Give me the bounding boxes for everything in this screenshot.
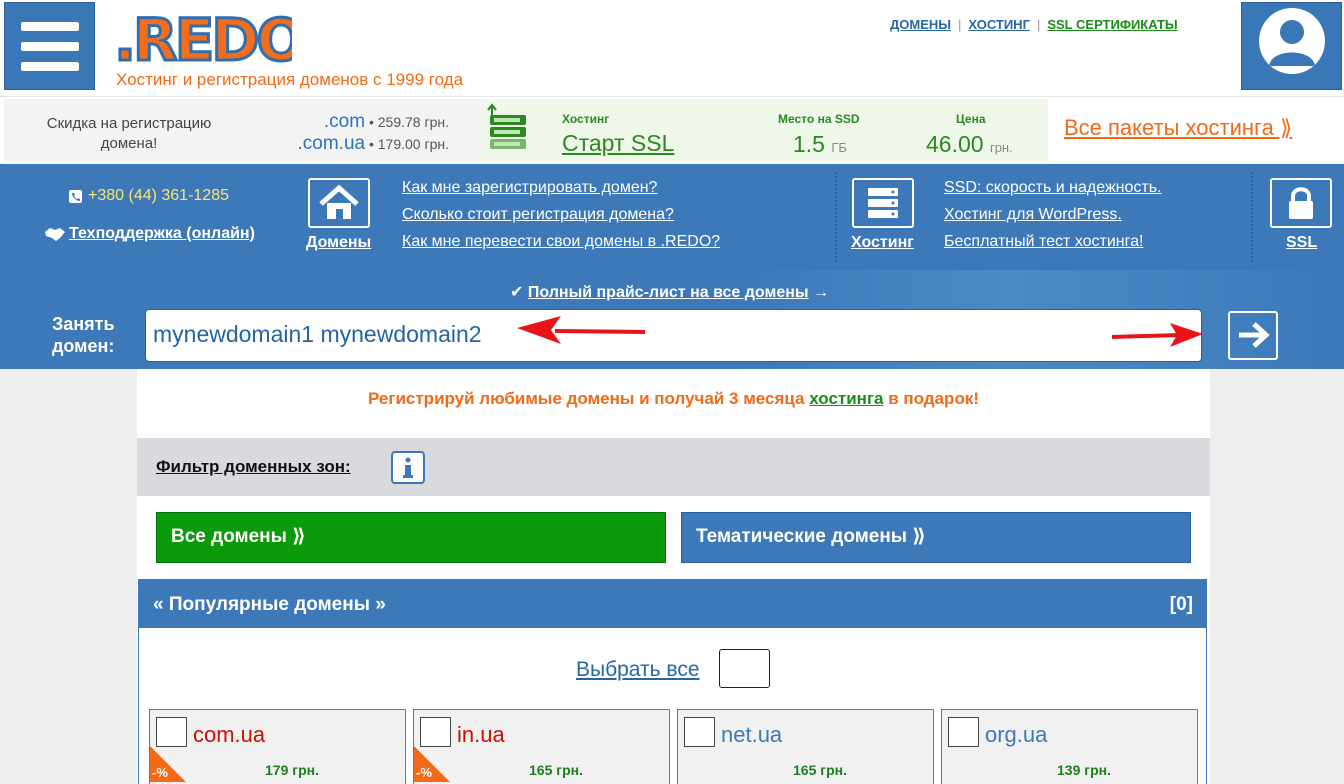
hosting-links: SSD: скорость и надежность. Хостинг для … [944, 174, 1162, 255]
domain-checkbox[interactable] [420, 717, 451, 747]
domain-discount-panel[interactable]: Скидка на регистрацию домена! .com • 259… [4, 99, 480, 161]
filter-bar: Фильтр доменных зон: [137, 438, 1210, 496]
ssd-value: 1.5 ГБ [793, 131, 847, 157]
hosting-faq-link-2[interactable]: Хостинг для WordPress. [944, 201, 1162, 228]
domain-faq-link-1[interactable]: Как мне зарегистрировать домен? [402, 174, 720, 201]
discount-badge-text: -% [152, 765, 168, 780]
domain-checkbox[interactable] [156, 717, 187, 747]
domain-faq-link-3[interactable]: Как мне перевести свои домены в .REDO? [402, 228, 720, 255]
nav-domains[interactable]: ДОМЕНЫ [890, 17, 951, 32]
handshake-icon [45, 228, 65, 241]
domain-faq-link-2[interactable]: Сколько стоит регистрация домена? [402, 201, 720, 228]
domain-zone: net.ua [721, 722, 783, 747]
promo-strip: Скидка на регистрацию домена! .com • 259… [0, 96, 1344, 164]
hosting-plan-link[interactable]: Старт SSL [562, 130, 674, 157]
domain-zone: org.ua [985, 722, 1048, 747]
select-all-link[interactable]: Выбрать все [576, 658, 700, 682]
hosting-label: Хостинг [562, 112, 610, 126]
discount-text: Скидка на регистрацию домена! [46, 115, 212, 152]
hosting-faq-link-1[interactable]: SSD: скорость и надежность. [944, 174, 1162, 201]
user-icon [1259, 8, 1325, 74]
promo-prices: .com • 259.78 грн. .com.ua • 179.00 грн. [297, 111, 450, 154]
pricelist-link[interactable]: ✔ Полный прайс-лист на все домены → [510, 282, 829, 302]
gift-banner: Регистрируй любимые домены и получай 3 м… [368, 389, 979, 408]
ssd-label: Место на SSD [778, 112, 860, 126]
discount-badge-text: -% [416, 765, 432, 780]
all-hosting-packages-link[interactable]: Все пакеты хостинга ⟫ [1064, 115, 1292, 141]
ssl-link[interactable]: SSL [1286, 234, 1317, 252]
domains-link[interactable]: Домены [306, 234, 371, 252]
double-check-icon: ✔ [510, 284, 524, 301]
ssl-lock-icon[interactable] [1270, 178, 1332, 228]
arrow-right-icon: → [813, 284, 830, 301]
tagline: Хостинг и регистрация доменов с 1999 год… [116, 70, 464, 89]
domains-home-icon[interactable] [308, 178, 370, 228]
search-band: ✔ Полный прайс-лист на все домены → Заня… [0, 270, 1344, 369]
hosting-faq-link-3[interactable]: Бесплатный тест хостинга! [944, 228, 1162, 255]
info-icon[interactable] [391, 451, 425, 484]
domain-cell-in-ua[interactable]: in.ua -% 165 грн. [413, 709, 670, 784]
domain-checkbox[interactable] [684, 717, 715, 747]
domain-price: 165 грн. [529, 762, 583, 778]
logo-text: .REDO [114, 6, 292, 72]
popular-count: [0] [1169, 594, 1193, 615]
filter-label[interactable]: Фильтр доменных зон: [156, 457, 351, 477]
select-all-checkbox[interactable] [719, 649, 770, 688]
user-account-button[interactable] [1241, 2, 1342, 90]
phone-icon [69, 190, 82, 203]
domain-cell-net-ua[interactable]: net.ua 165 грн. [677, 709, 934, 784]
domain-zone: in.ua [457, 722, 505, 747]
nav-ssl[interactable]: SSL СЕРТИФИКАТЫ [1047, 17, 1177, 32]
blue-nav: +380 (44) 361-1285 Техподдержка (онлайн)… [0, 164, 1344, 270]
hosting-offer-panel[interactable]: Хостинг Старт SSL Место на SSD 1.5 ГБ Це… [480, 99, 1048, 161]
arrow-right-icon [1239, 322, 1270, 348]
top-header: .REDO Хостинг и регистрация доменов с 19… [0, 0, 1344, 96]
redo-logo[interactable]: .REDO [112, 2, 293, 73]
main-panel: Регистрируй любимые домены и получай 3 м… [137, 369, 1210, 784]
price-label: Цена [956, 112, 986, 126]
domain-cell-com-ua[interactable]: com.ua -% 179 грн. [149, 709, 406, 784]
domain-price: 165 грн. [793, 762, 847, 778]
divider [1251, 172, 1253, 262]
domain-search-input[interactable]: mynewdomain1 mynewdomain2 [145, 309, 1202, 362]
top-nav: ДОМЕНЫ | ХОСТИНГ | SSL СЕРТИФИКАТЫ [890, 17, 1178, 32]
hosting-server-icon[interactable] [852, 178, 914, 228]
hamburger-icon[interactable] [4, 2, 95, 90]
domain-price: 179 грн. [265, 762, 319, 778]
hosting-link[interactable]: Хостинг [851, 234, 914, 252]
gift-hosting-link[interactable]: хостинга [809, 389, 883, 408]
domain-checkbox[interactable] [948, 717, 979, 747]
domain-links: Как мне зарегистрировать домен? Сколько … [402, 174, 720, 255]
domain-price: 139 грн. [1057, 762, 1111, 778]
popular-domains-header[interactable]: « Популярные домены » [0] [139, 580, 1206, 628]
domain-cell-org-ua[interactable]: org.ua 139 грн. [941, 709, 1198, 784]
price-value: 46.00 грн. [926, 131, 1013, 157]
search-submit-button[interactable] [1228, 311, 1278, 360]
nav-hosting[interactable]: ХОСТИНГ [968, 17, 1030, 32]
phone-number[interactable]: +380 (44) 361-1285 [88, 187, 229, 205]
red-arrow-left [517, 316, 646, 344]
server-icon [487, 103, 526, 149]
divider [835, 172, 837, 262]
occupy-label: Занять домен: [52, 314, 115, 356]
support-link[interactable]: Техподдержка (онлайн) [69, 225, 255, 243]
tab-all-domains[interactable]: Все домены ⟫ [156, 512, 666, 563]
red-arrow-right [1111, 323, 1203, 347]
domain-zone: com.ua [193, 722, 266, 747]
popular-title: « Популярные домены » [153, 594, 386, 615]
popular-domains-panel: « Популярные домены » [0] Выбрать все co… [138, 579, 1207, 784]
tab-thematic-domains[interactable]: Тематические домены ⟫ [681, 512, 1191, 563]
